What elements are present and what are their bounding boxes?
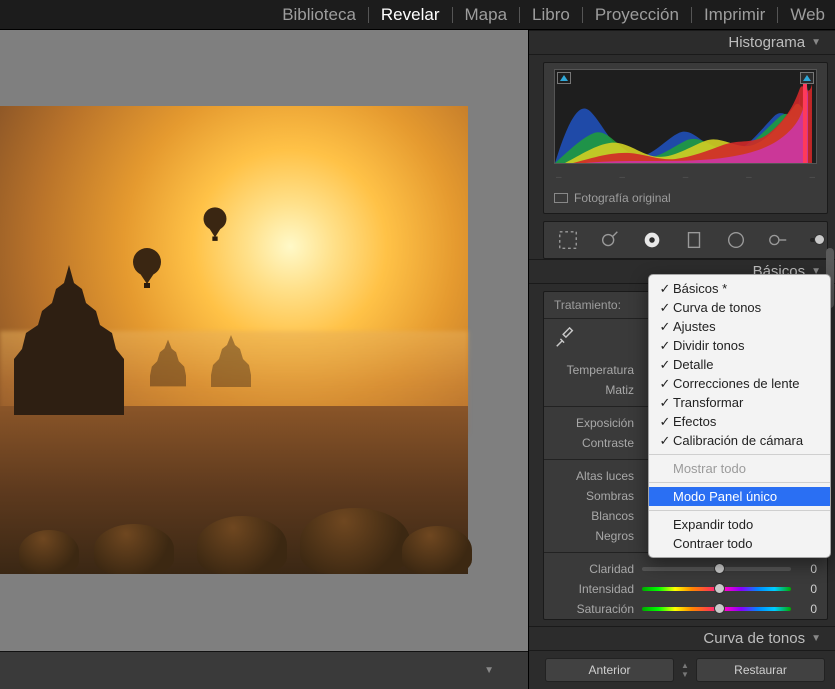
module-biblioteca[interactable]: Biblioteca xyxy=(280,5,358,25)
tool-crop[interactable] xyxy=(554,228,582,252)
module-libro[interactable]: Libro xyxy=(530,5,572,25)
module-mapa[interactable]: Mapa xyxy=(463,5,510,25)
tool-strip xyxy=(543,221,828,259)
tool-radial-filter[interactable] xyxy=(722,228,750,252)
ctx-item-correcciones[interactable]: ✓Correcciones de lente xyxy=(649,374,830,393)
panel-header-tone-curve[interactable]: Curva de tonos ▼ xyxy=(529,626,835,651)
ctx-item-dividir[interactable]: ✓Dividir tonos xyxy=(649,336,830,355)
preview-photo xyxy=(0,106,468,574)
scene-temple xyxy=(14,265,124,415)
slider-vibrance[interactable]: Intensidad 0 xyxy=(544,579,827,599)
panel-context-menu: ✓Básicos * ✓Curva de tonos ✓Ajustes ✓Div… xyxy=(648,274,831,558)
ctx-item-calibracion[interactable]: ✓Calibración de cámara xyxy=(649,431,830,450)
tool-spot-removal[interactable] xyxy=(596,228,624,252)
reset-button[interactable]: Restaurar xyxy=(696,658,825,682)
panel-histogram: ––––– Fotografía original xyxy=(543,62,828,214)
slider-saturation[interactable]: Saturación 0 xyxy=(544,599,827,619)
module-picker: Biblioteca Revelar Mapa Libro Proyección… xyxy=(0,0,835,30)
module-imprimir[interactable]: Imprimir xyxy=(702,5,767,25)
module-revelar[interactable]: Revelar xyxy=(379,5,442,25)
ctx-item-detalle[interactable]: ✓Detalle xyxy=(649,355,830,374)
ctx-item-modo-panel-unico[interactable]: Modo Panel único xyxy=(649,487,830,506)
treatment-label: Tratamiento: xyxy=(554,298,621,312)
tool-size-slider[interactable] xyxy=(810,238,817,242)
slider-clarity[interactable]: Claridad 0 xyxy=(544,559,827,579)
panel-header-histogram[interactable]: Histograma ▼ xyxy=(529,30,835,55)
panel-title: Curva de tonos xyxy=(703,630,805,647)
module-web[interactable]: Web xyxy=(788,5,827,25)
tool-redeye[interactable] xyxy=(638,228,666,252)
chevron-down-icon: ▼ xyxy=(811,37,821,48)
chevron-down-icon: ▼ xyxy=(811,633,821,644)
loupe-stage[interactable]: ▼ xyxy=(0,30,528,689)
original-toggle[interactable] xyxy=(554,193,568,203)
previous-button[interactable]: Anterior xyxy=(545,658,674,682)
histogram-graph[interactable] xyxy=(554,69,817,164)
ctx-item-transformar[interactable]: ✓Transformar xyxy=(649,393,830,412)
copy-prev-menu-icon[interactable]: ▲▼ xyxy=(682,658,688,682)
ctx-item-efectos[interactable]: ✓Efectos xyxy=(649,412,830,431)
ctx-item-basicos[interactable]: ✓Básicos * xyxy=(649,279,830,298)
ctx-item-ajustes[interactable]: ✓Ajustes xyxy=(649,317,830,336)
ctx-item-mostrar-todo: Mostrar todo xyxy=(649,459,830,478)
panel-title: Histograma xyxy=(728,34,805,51)
ctx-item-curva[interactable]: ✓Curva de tonos xyxy=(649,298,830,317)
chevron-down-icon[interactable]: ▼ xyxy=(484,665,494,676)
shadow-clipping-toggle[interactable] xyxy=(557,72,571,84)
module-proyeccion[interactable]: Proyección xyxy=(593,5,681,25)
tool-graduated-filter[interactable] xyxy=(680,228,708,252)
ctx-item-contraer-todo[interactable]: Contraer todo xyxy=(649,534,830,553)
highlight-clipping-toggle[interactable] xyxy=(800,72,814,84)
original-label: Fotografía original xyxy=(574,191,671,205)
ctx-item-expandir-todo[interactable]: Expandir todo xyxy=(649,515,830,534)
histogram-zone-labels: ––––– xyxy=(544,170,827,185)
tool-adjustment-brush[interactable] xyxy=(764,228,792,252)
toolbar-bottom: ▼ xyxy=(0,651,528,689)
scene-balloon xyxy=(130,248,164,290)
